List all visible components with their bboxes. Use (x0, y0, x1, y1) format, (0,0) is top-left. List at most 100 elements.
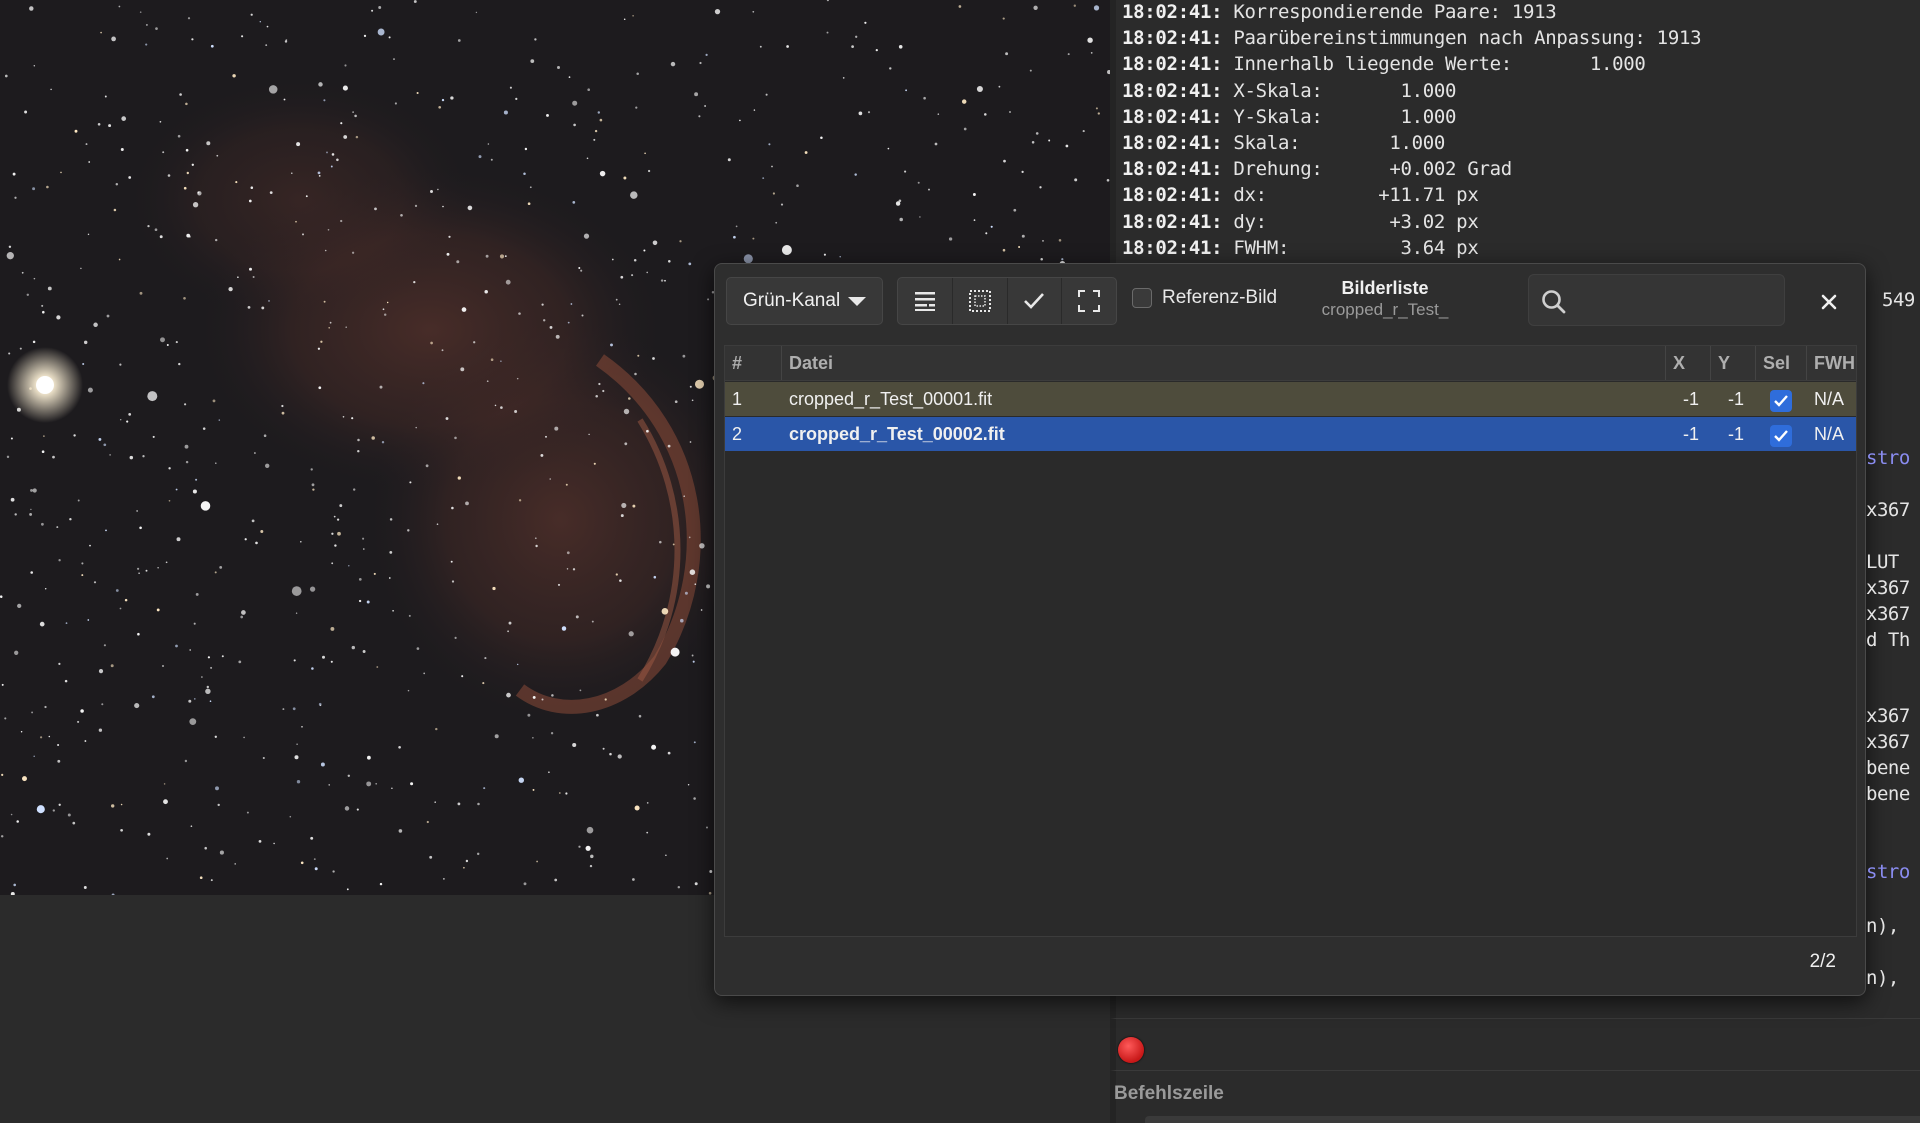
star (990, 225, 993, 228)
star (192, 202, 199, 208)
star (590, 854, 594, 859)
star (617, 754, 622, 759)
column-header-x[interactable]: X (1666, 346, 1711, 380)
star (691, 654, 694, 657)
star (672, 543, 675, 546)
star (516, 663, 519, 666)
close-button[interactable] (1815, 288, 1843, 316)
star (206, 685, 210, 689)
star (215, 786, 219, 791)
reference-image-checkbox[interactable] (1132, 288, 1152, 308)
star (689, 441, 692, 443)
reference-image-toggle[interactable]: Referenz-Bild (1132, 287, 1277, 309)
star (494, 404, 497, 407)
star (104, 95, 107, 98)
star (523, 172, 526, 176)
search-input[interactable] (1528, 274, 1785, 326)
star (331, 153, 335, 156)
star (580, 269, 583, 272)
check-button[interactable] (1008, 278, 1063, 324)
log-message: dy: +3.02 px (1233, 210, 1479, 233)
console-status-strip (1110, 1018, 1920, 1070)
star (540, 453, 544, 457)
star (772, 192, 776, 195)
row-select-checkbox[interactable] (1770, 390, 1792, 412)
star (185, 102, 188, 106)
star (353, 488, 356, 491)
log-timestamp: 18:02:41: (1122, 158, 1223, 181)
star (266, 25, 269, 28)
star (694, 583, 697, 585)
star (445, 417, 449, 420)
star (661, 607, 669, 615)
image-list-table: # Datei X Y Sel FWHM 1 cropped_r_Test_00… (724, 345, 1857, 937)
star (851, 45, 854, 48)
star (268, 300, 270, 302)
star (115, 589, 119, 592)
column-header-file[interactable]: Datei (782, 346, 1666, 380)
star (331, 562, 334, 565)
star (124, 598, 128, 602)
star (534, 537, 537, 540)
star (147, 832, 151, 836)
log-line: 18:02:41: dx: +11.71 px (1122, 184, 1479, 207)
star (210, 666, 213, 669)
star (268, 85, 278, 94)
star (185, 460, 189, 464)
star (333, 515, 336, 518)
star (74, 129, 78, 133)
row-y: -1 (1728, 389, 1745, 409)
star (336, 158, 339, 162)
star (237, 276, 239, 278)
column-header-number[interactable]: # (725, 346, 782, 380)
star (310, 836, 314, 840)
star (1029, 69, 1032, 72)
toggle-columns-button[interactable] (898, 278, 953, 324)
star (958, 5, 962, 8)
column-header-y[interactable]: Y (1711, 346, 1756, 380)
column-header-sel[interactable]: Sel (1756, 346, 1807, 380)
star (322, 655, 325, 659)
star (905, 89, 907, 92)
record-indicator-icon[interactable] (1118, 1037, 1144, 1063)
star (199, 876, 203, 880)
star (1035, 132, 1039, 135)
row-select-checkbox[interactable] (1770, 425, 1792, 447)
star (177, 134, 181, 138)
star (545, 435, 547, 438)
fullscreen-button[interactable] (1062, 278, 1116, 324)
star (12, 172, 16, 176)
star (618, 303, 621, 305)
star (555, 334, 560, 339)
star (313, 858, 316, 860)
star (191, 163, 194, 166)
star (928, 188, 930, 191)
star (138, 572, 140, 574)
star (67, 813, 71, 817)
command-input[interactable] (1145, 1116, 1920, 1123)
star (120, 828, 123, 832)
star (210, 879, 213, 882)
star (191, 38, 194, 41)
star (300, 540, 302, 543)
table-row[interactable]: 1 cropped_r_Test_00001.fit -1 -1 N/A (725, 382, 1856, 416)
select-all-button[interactable] (953, 278, 1008, 324)
star (858, 111, 863, 116)
star (82, 362, 85, 366)
star (58, 662, 61, 666)
star (768, 143, 771, 146)
log-timestamp: 18:02:41: (1122, 184, 1223, 207)
star (56, 315, 61, 320)
star (320, 340, 323, 343)
star (379, 385, 383, 389)
star (1021, 170, 1024, 174)
star (332, 870, 335, 873)
channel-select[interactable]: Grün-Kanal (726, 277, 883, 325)
star (826, 31, 829, 34)
column-header-fwhm[interactable]: FWHM (1807, 346, 1856, 380)
star (917, 181, 920, 184)
star (184, 403, 187, 406)
table-row-selected[interactable]: 2 cropped_r_Test_00002.fit -1 -1 N/A (725, 417, 1856, 451)
star (557, 583, 561, 586)
log-timestamp: 18:02:41: (1122, 210, 1223, 233)
